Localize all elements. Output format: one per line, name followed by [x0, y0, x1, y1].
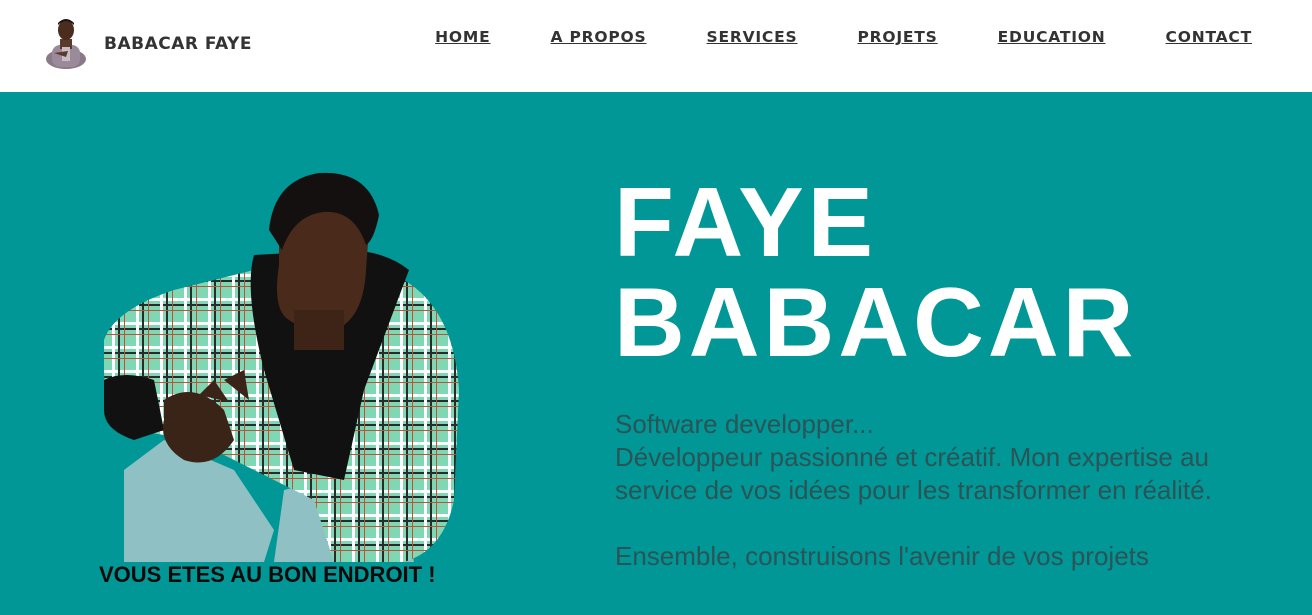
hero-portrait-image: [104, 170, 464, 562]
hero-tagline: VOUS ETES AU BON ENDROIT !: [99, 562, 436, 587]
hero-title: FAYE BABACAR: [614, 172, 1137, 372]
brand-name: BABACAR FAYE: [104, 34, 252, 54]
main-nav: HOME A PROPOS SERVICES PROJETS EDUCATION…: [375, 28, 1252, 46]
nav-home[interactable]: HOME: [435, 28, 490, 46]
hero-title-line1: FAYE: [614, 167, 877, 277]
avatar: [44, 17, 88, 69]
navbar: BABACAR FAYE HOME A PROPOS SERVICES PROJ…: [0, 0, 1312, 92]
hero-subtitle: Software developper...: [615, 409, 874, 439]
hero-section: VOUS ETES AU BON ENDROIT ! FAYE BABACAR …: [0, 92, 1312, 615]
nav-a-propos[interactable]: A PROPOS: [551, 28, 647, 46]
nav-contact[interactable]: CONTACT: [1166, 28, 1252, 46]
hero-cta-text: Ensemble, construisons l'avenir de vos p…: [615, 541, 1149, 571]
hero-description: Développeur passionné et créatif. Mon ex…: [615, 442, 1212, 505]
nav-education[interactable]: EDUCATION: [998, 28, 1106, 46]
nav-services[interactable]: SERVICES: [706, 28, 797, 46]
hero-title-line2: BABACAR: [614, 267, 1138, 377]
hero-description-block: Software developper... Développeur passi…: [615, 408, 1255, 573]
brand-link[interactable]: BABACAR FAYE: [44, 17, 252, 69]
nav-projets[interactable]: PROJETS: [857, 28, 937, 46]
